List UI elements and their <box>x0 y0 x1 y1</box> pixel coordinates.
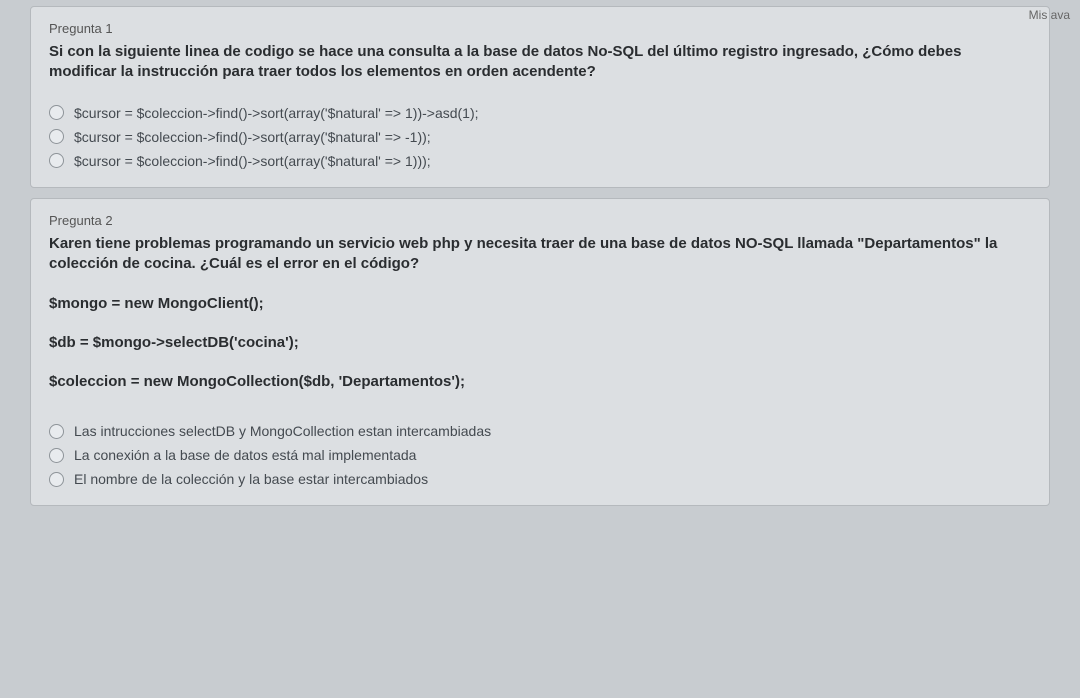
option-row[interactable]: $cursor = $coleccion->find()->sort(array… <box>49 101 1031 125</box>
option-row[interactable]: Las intrucciones selectDB y MongoCollect… <box>49 419 1031 443</box>
radio-icon[interactable] <box>49 105 64 120</box>
question-number: Pregunta 2 <box>49 213 1031 228</box>
question-card-1: Pregunta 1 Si con la siguiente linea de … <box>30 6 1050 188</box>
option-row[interactable]: $cursor = $coleccion->find()->sort(array… <box>49 149 1031 173</box>
option-text: $cursor = $coleccion->find()->sort(array… <box>74 129 431 145</box>
option-text: $cursor = $coleccion->find()->sort(array… <box>74 153 431 169</box>
option-row[interactable]: El nombre de la colección y la base esta… <box>49 467 1031 491</box>
option-text: El nombre de la colección y la base esta… <box>74 471 428 487</box>
question-number: Pregunta 1 <box>49 21 1031 36</box>
option-text: Las intrucciones selectDB y MongoCollect… <box>74 423 491 439</box>
question-card-2: Pregunta 2 Karen tiene problemas program… <box>30 198 1050 507</box>
radio-icon[interactable] <box>49 448 64 463</box>
option-text: $cursor = $coleccion->find()->sort(array… <box>74 105 479 121</box>
code-block: $mongo = new MongoClient(); $db = $mongo… <box>49 284 1031 401</box>
option-row[interactable]: $cursor = $coleccion->find()->sort(array… <box>49 125 1031 149</box>
option-text: La conexión a la base de datos está mal … <box>74 447 416 463</box>
radio-icon[interactable] <box>49 472 64 487</box>
radio-icon[interactable] <box>49 129 64 144</box>
question-text: Si con la siguiente linea de codigo se h… <box>49 42 1031 83</box>
radio-icon[interactable] <box>49 153 64 168</box>
option-row[interactable]: La conexión a la base de datos está mal … <box>49 443 1031 467</box>
radio-icon[interactable] <box>49 424 64 439</box>
top-right-text: Mis ava <box>1029 8 1070 22</box>
question-text: Karen tiene problemas programando un ser… <box>49 234 1031 275</box>
